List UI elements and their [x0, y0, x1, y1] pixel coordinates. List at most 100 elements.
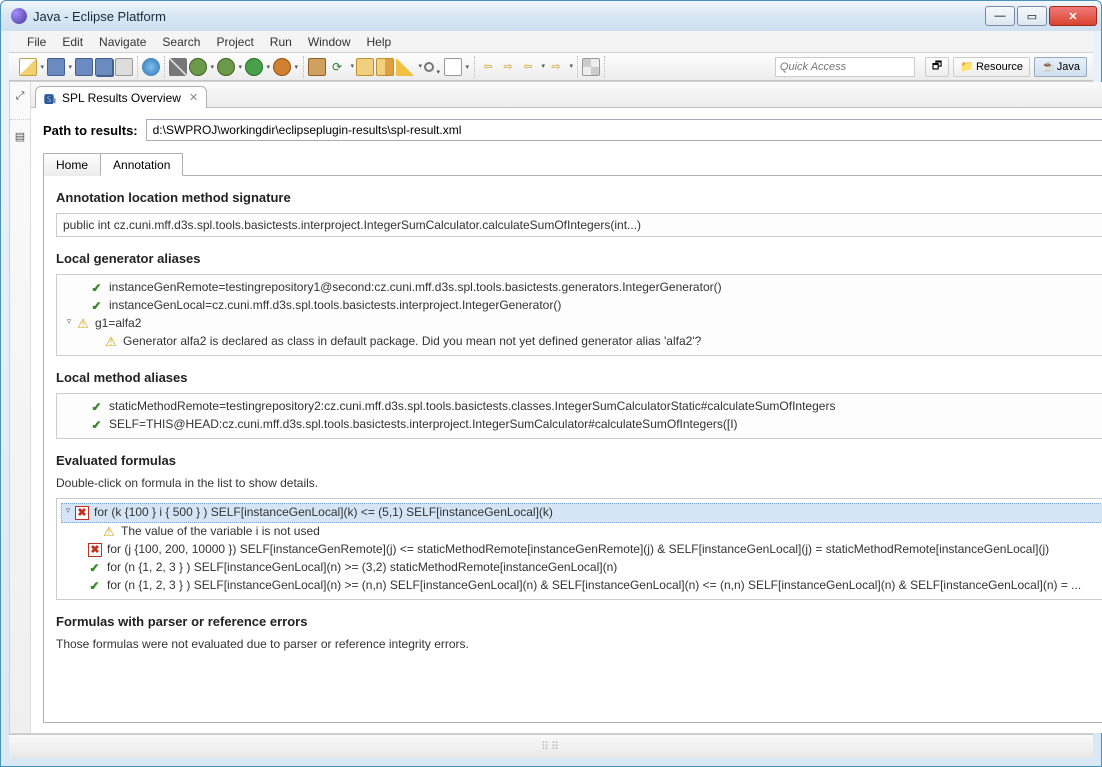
tab-spl-results[interactable]: 🆂ₗ SPL Results Overview ✕ — [35, 86, 207, 108]
open-type-button[interactable] — [356, 58, 374, 76]
maximize-button[interactable]: ▭ — [1017, 6, 1047, 26]
formulas-tree[interactable]: ▿ for (k {100 } i { 500 } ) SELF[instance… — [61, 503, 1102, 599]
tree-item[interactable]: for (j {100, 200, 10000 }) SELF[instance… — [61, 541, 1102, 559]
debug-last-button[interactable] — [217, 58, 235, 76]
tree-item-text: The value of the variable i is not used — [121, 524, 320, 538]
tab-title: SPL Results Overview — [62, 91, 181, 105]
tree-item-text: SELF=THIS@HEAD:cz.cuni.mff.d3s.spl.tools… — [109, 417, 738, 431]
tab-home[interactable]: Home — [43, 153, 101, 176]
titlebar[interactable]: Java - Eclipse Platform — ▭ ✕ — [1, 1, 1101, 31]
open-perspective-button[interactable]: 🗗 — [925, 57, 949, 77]
menu-run[interactable]: Run — [262, 33, 300, 51]
search-button[interactable] — [424, 62, 434, 72]
menu-project[interactable]: Project — [208, 33, 261, 51]
signature-box: public int cz.cuni.mff.d3s.spl.tools.bas… — [56, 213, 1102, 237]
menu-search[interactable]: Search — [154, 33, 208, 51]
new-package-button[interactable] — [308, 58, 326, 76]
check-icon — [87, 578, 103, 594]
check-icon — [87, 560, 103, 576]
tree-item[interactable]: Generator alfa2 is declared as class in … — [63, 333, 1102, 351]
tree-item[interactable]: for (n {1, 2, 3 } ) SELF[instanceGenLoca… — [61, 559, 1102, 577]
menu-navigate[interactable]: Navigate — [91, 33, 154, 51]
error-icon — [87, 542, 103, 558]
menu-help[interactable]: Help — [359, 33, 400, 51]
print-button[interactable] — [115, 58, 133, 76]
eclipse-icon — [11, 8, 27, 24]
nav-back-alt-button[interactable]: ⇦ — [479, 58, 497, 76]
run-button[interactable] — [245, 58, 263, 76]
build-button[interactable] — [142, 58, 160, 76]
nav-back-button[interactable]: ⇦ — [519, 58, 537, 76]
edit-button[interactable] — [396, 58, 414, 76]
path-label: Path to results: — [43, 123, 138, 138]
quick-access-input[interactable] — [775, 57, 915, 77]
save-dropdown-button[interactable] — [47, 58, 65, 76]
workbench: ⤢ ▤ 🆂ₗ SPL Results Overview ✕ — ▭ Path t… — [9, 81, 1093, 734]
tree-item[interactable]: SELF=THIS@HEAD:cz.cuni.mff.d3s.spl.tools… — [63, 416, 1102, 434]
tree-item-text: for (n {1, 2, 3 } ) SELF[instanceGenLoca… — [107, 578, 1081, 592]
warning-icon — [75, 316, 91, 332]
task-button[interactable] — [444, 58, 462, 76]
external-tools-button[interactable] — [273, 58, 291, 76]
generator-alias-tree[interactable]: instanceGenRemote=testingrepository1@sec… — [56, 274, 1102, 356]
tree-item-text: for (k {100 } i { 500 } ) SELF[instanceG… — [94, 505, 553, 519]
tree-item-text: Generator alfa2 is declared as class in … — [123, 334, 701, 348]
result-tabs: Home Annotation — [43, 152, 1102, 176]
perspective-resource-label: Resource — [976, 61, 1023, 73]
expander-icon[interactable]: ▿ — [62, 505, 74, 516]
nav-fwd-button[interactable]: ⇨ — [547, 58, 565, 76]
tree-item-text: instanceGenLocal=cz.cuni.mff.d3s.spl.too… — [109, 298, 561, 312]
spl-results-view: Path to results: ▼ 📂 🔗 Home Annotation A… — [31, 108, 1102, 733]
formulas-hint: Double-click on formula in the list to s… — [56, 476, 1102, 490]
tree-item[interactable]: instanceGenLocal=cz.cuni.mff.d3s.spl.too… — [63, 297, 1102, 315]
tab-annotation[interactable]: Annotation — [100, 153, 183, 176]
formulas-tree-container[interactable]: ▿ for (k {100 } i { 500 } ) SELF[instance… — [56, 498, 1102, 600]
nav-fwd-alt-button[interactable]: ⇨ — [499, 58, 517, 76]
statusbar: ⠿⠿ — [9, 734, 1093, 758]
warning-icon — [101, 524, 117, 540]
perspective-java[interactable]: ☕ Java — [1034, 57, 1087, 77]
refresh-button[interactable]: ⟳ — [328, 58, 346, 76]
heading-formulas: Evaluated formulas — [56, 453, 1102, 468]
wand-button[interactable] — [169, 58, 187, 76]
menu-file[interactable]: File — [19, 33, 54, 51]
tree-item[interactable]: staticMethodRemote=testingrepository2:cz… — [63, 398, 1102, 416]
open-task-button[interactable] — [376, 58, 394, 76]
new-button[interactable] — [19, 58, 37, 76]
save-button[interactable] — [75, 58, 93, 76]
restore-icon[interactable]: ⤢ — [12, 88, 28, 104]
window: Java - Eclipse Platform — ▭ ✕ File Edit … — [0, 0, 1102, 767]
path-input[interactable] — [147, 120, 1102, 140]
tree-item[interactable]: ▿g1=alfa2 — [63, 315, 1102, 333]
minimize-button[interactable]: — — [985, 6, 1015, 26]
package-explorer-icon[interactable]: ▤ — [12, 128, 28, 144]
perspective-java-label: Java — [1057, 61, 1080, 73]
menu-window[interactable]: Window — [300, 33, 359, 51]
pin-editor-button[interactable] — [582, 58, 600, 76]
heading-parser-errors: Formulas with parser or reference errors — [56, 614, 1102, 629]
heading-generator-aliases: Local generator aliases — [56, 251, 1102, 266]
close-tab-icon[interactable]: ✕ — [189, 91, 198, 104]
menu-edit[interactable]: Edit — [54, 33, 91, 51]
method-alias-tree[interactable]: staticMethodRemote=testingrepository2:cz… — [56, 393, 1102, 439]
expander-icon[interactable]: ▿ — [63, 316, 75, 327]
warning-icon — [103, 334, 119, 350]
grip-icon[interactable]: ⠿⠿ — [541, 740, 561, 753]
debug-button[interactable] — [189, 58, 207, 76]
tree-item-text: for (j {100, 200, 10000 }) SELF[instance… — [107, 542, 1049, 556]
tree-item[interactable]: ▿ for (k {100 } i { 500 } ) SELF[instance… — [61, 503, 1102, 523]
error-icon — [74, 505, 90, 521]
annotation-panel[interactable]: Annotation location method signature pub… — [43, 176, 1102, 723]
save-all-button[interactable] — [95, 58, 113, 76]
tree-item[interactable]: The value of the variable i is not used — [61, 523, 1102, 541]
close-button[interactable]: ✕ — [1049, 6, 1097, 26]
perspective-resource[interactable]: 📁 Resource — [953, 57, 1030, 77]
tree-item[interactable]: instanceGenRemote=testingrepository1@sec… — [63, 279, 1102, 297]
editor-area: 🆂ₗ SPL Results Overview ✕ — ▭ Path to re… — [31, 82, 1102, 733]
heading-method-aliases: Local method aliases — [56, 370, 1102, 385]
tree-item[interactable]: for (n {1, 2, 3 } ) SELF[instanceGenLoca… — [61, 577, 1102, 595]
main-toolbar: ⟳ ⇦ ⇨ ⇦ ⇨ 🗗 📁 Resource ☕ Java — [9, 53, 1093, 81]
check-icon — [89, 417, 105, 433]
path-combo[interactable]: ▼ — [146, 119, 1102, 141]
tree-item-text: for (n {1, 2, 3 } ) SELF[instanceGenLoca… — [107, 560, 617, 574]
